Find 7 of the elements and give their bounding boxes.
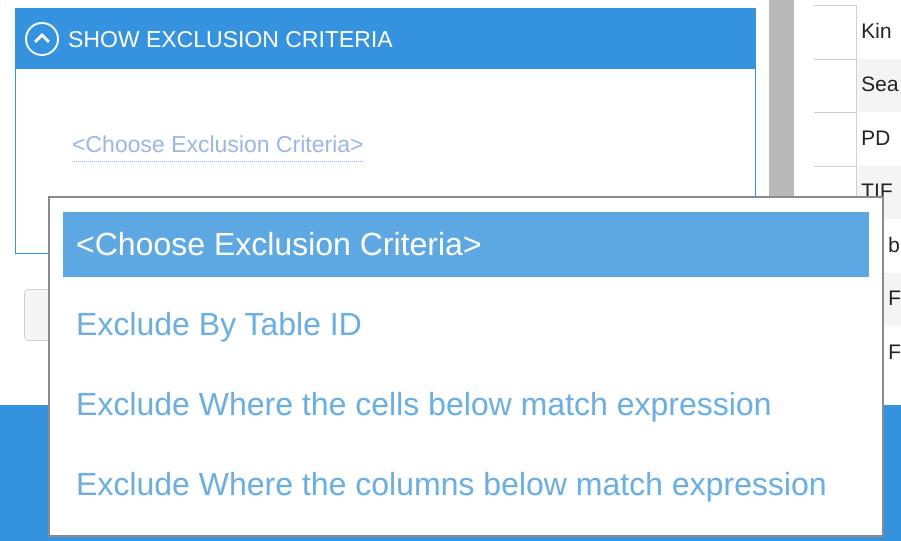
dropdown-option[interactable]: Exclude Where the columns below match expression — [63, 452, 869, 517]
criteria-link[interactable]: <Choose Exclusion Criteria> — [72, 131, 364, 162]
panel-header[interactable]: SHOW EXCLUSION CRITERIA — [16, 9, 756, 69]
dropdown-option[interactable]: <Choose Exclusion Criteria> — [63, 212, 869, 277]
table-cell: Sea — [857, 58, 901, 112]
panel-title: SHOW EXCLUSION CRITERIA — [68, 26, 393, 52]
chevron-up-icon[interactable] — [24, 21, 60, 57]
